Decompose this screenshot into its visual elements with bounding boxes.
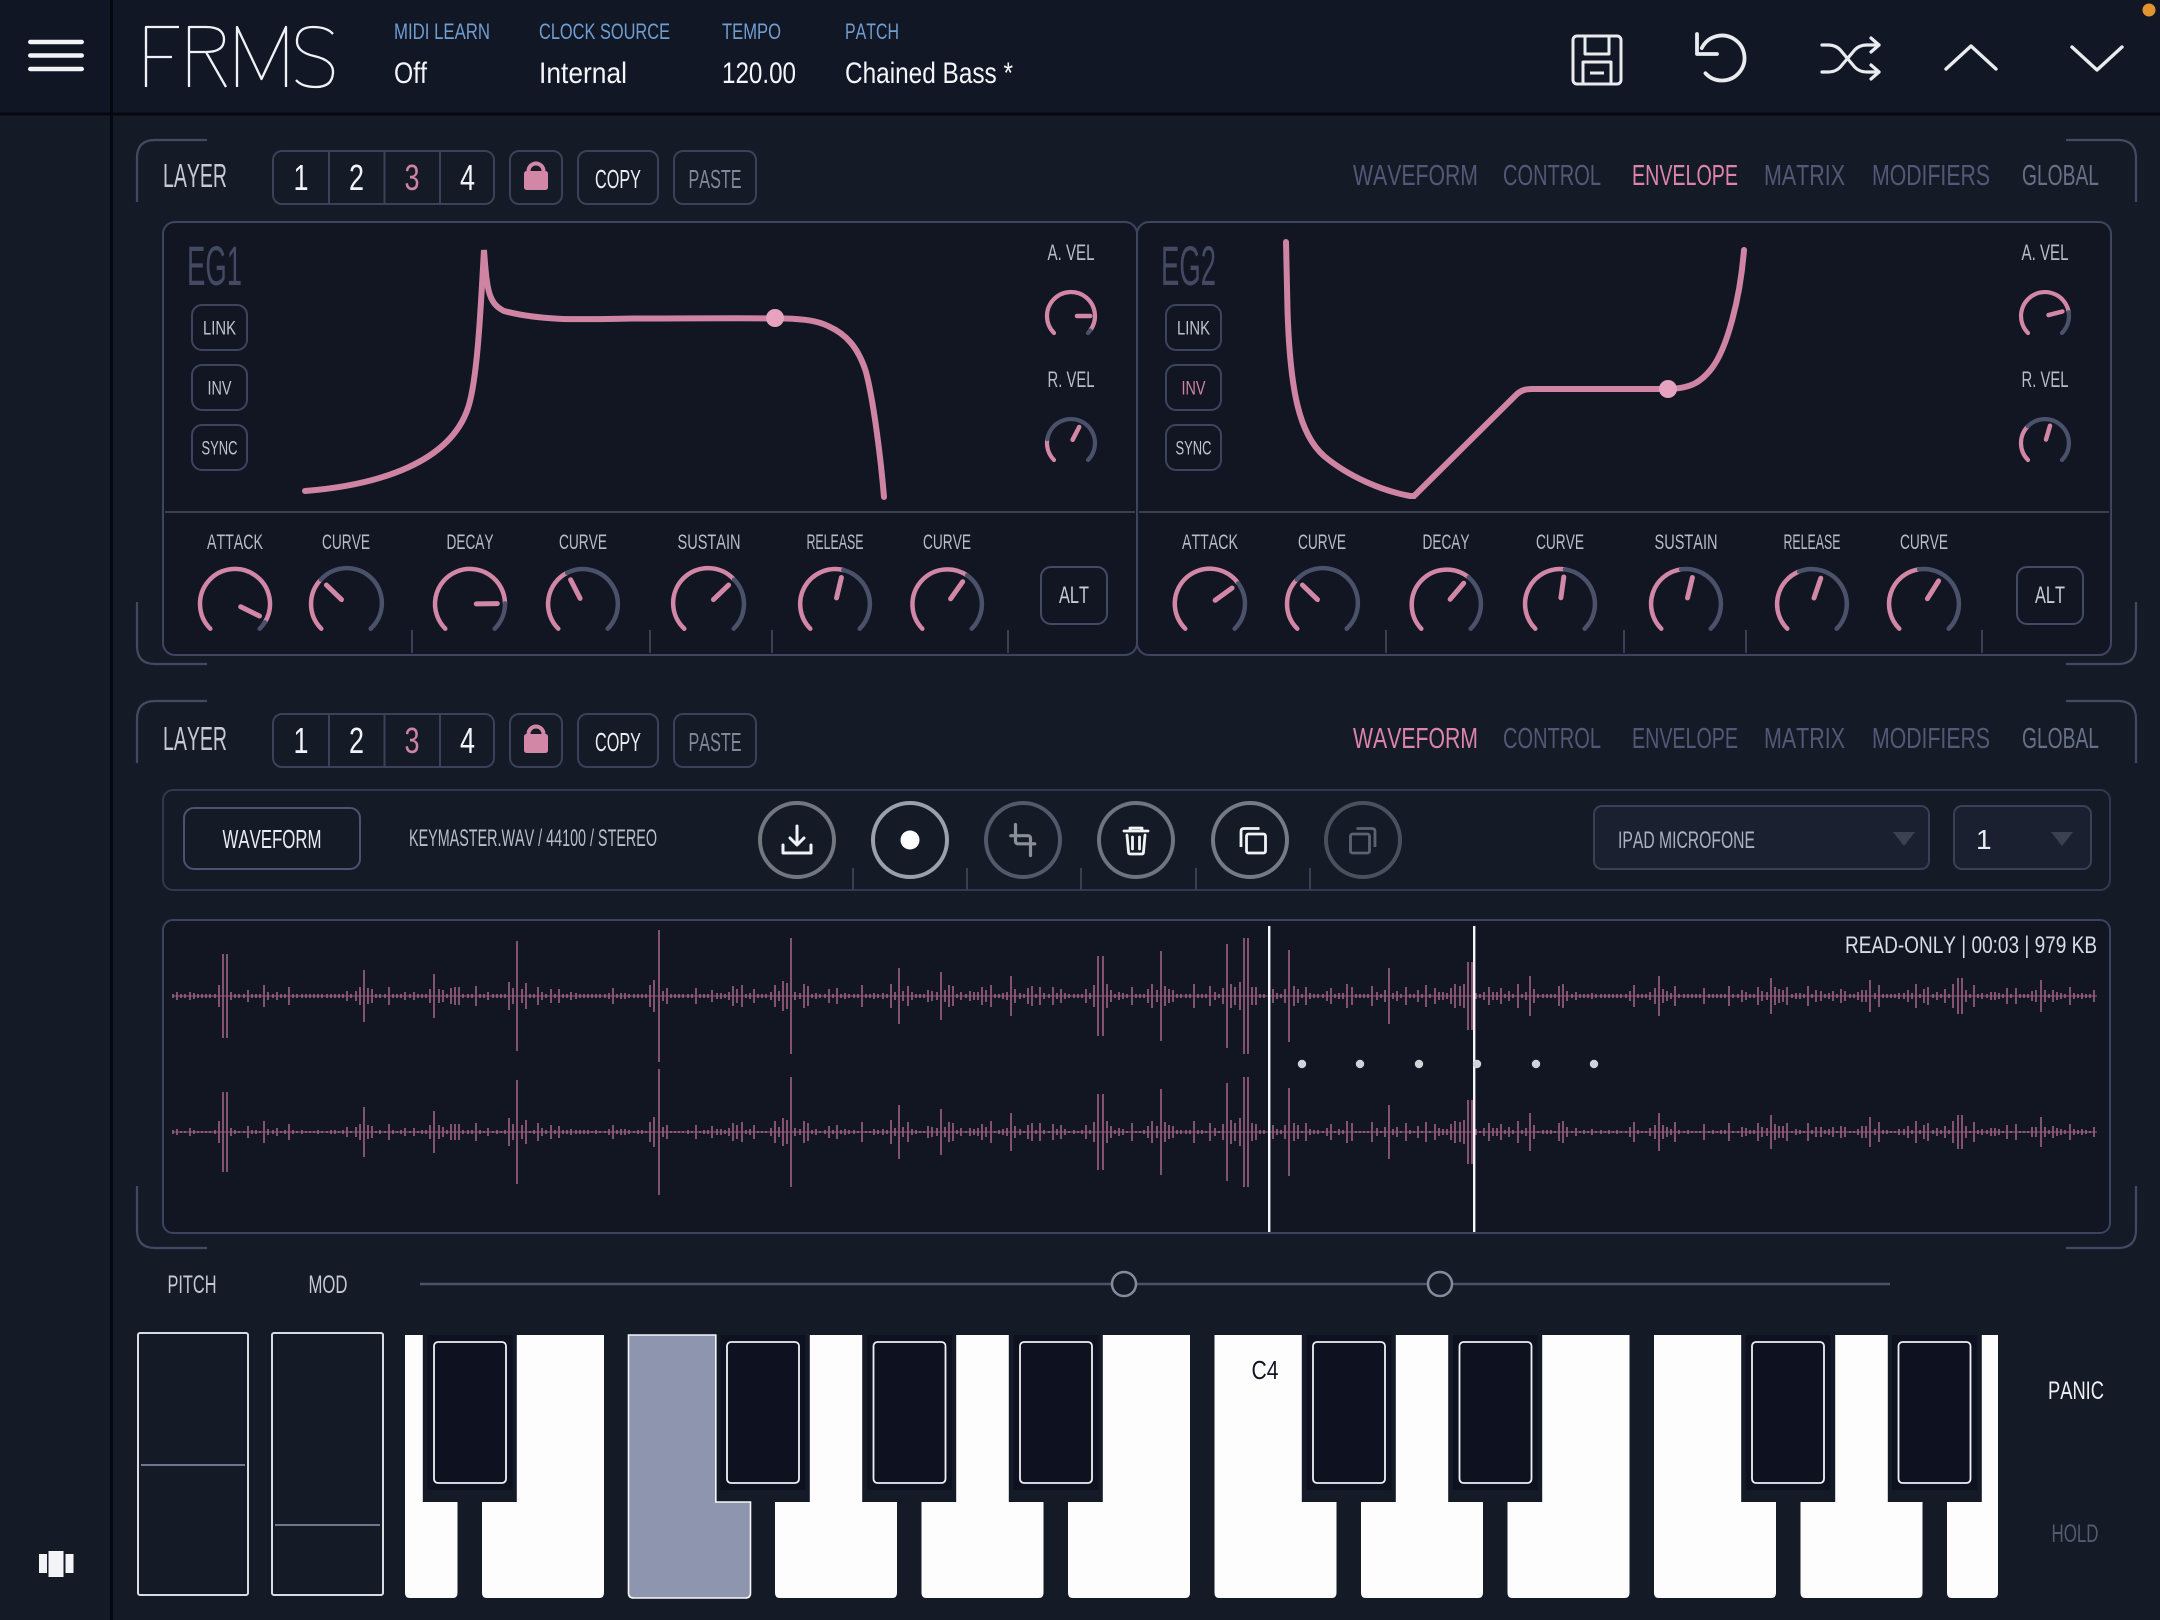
svg-text:ALT: ALT — [2035, 582, 2065, 609]
svg-text:GLOBAL: GLOBAL — [2022, 160, 2099, 192]
svg-text:ATTACK: ATTACK — [207, 531, 263, 554]
svg-text:3: 3 — [405, 720, 420, 761]
svg-text:KEYMASTER.WAV / 44100 / STEREO: KEYMASTER.WAV / 44100 / STEREO — [409, 825, 657, 852]
svg-text:PITCH: PITCH — [168, 1271, 217, 1299]
svg-text:CURVE: CURVE — [1536, 531, 1584, 554]
svg-text:ALT: ALT — [1059, 582, 1089, 609]
svg-text:CURVE: CURVE — [1900, 531, 1948, 554]
svg-text:EG1: EG1 — [187, 234, 242, 297]
svg-text:RELEASE: RELEASE — [1784, 531, 1841, 554]
svg-text:C4: C4 — [1252, 1355, 1279, 1385]
svg-text:LINK: LINK — [1177, 319, 1210, 340]
svg-text:IPAD MICROFONE: IPAD MICROFONE — [1618, 827, 1755, 854]
svg-text:SYNC: SYNC — [202, 439, 238, 460]
svg-text:4: 4 — [460, 157, 475, 198]
svg-text:EG2: EG2 — [1161, 234, 1216, 297]
svg-text:CONTROL: CONTROL — [1503, 723, 1601, 755]
svg-text:ATTACK: ATTACK — [1182, 531, 1238, 554]
svg-text:ENVELOPE: ENVELOPE — [1632, 160, 1738, 192]
svg-text:TEMPO: TEMPO — [722, 19, 781, 44]
svg-text:1: 1 — [294, 720, 309, 761]
svg-text:Off: Off — [394, 57, 428, 90]
svg-text:WAVEFORM: WAVEFORM — [1353, 723, 1478, 755]
svg-text:MODIFIERS: MODIFIERS — [1872, 160, 1990, 192]
svg-text:HOLD: HOLD — [2052, 1520, 2099, 1548]
svg-text:COPY: COPY — [595, 164, 641, 194]
svg-text:A. VEL: A. VEL — [2022, 240, 2069, 265]
svg-text:CURVE: CURVE — [559, 531, 607, 554]
svg-text:120.00: 120.00 — [722, 57, 796, 90]
svg-text:GLOBAL: GLOBAL — [2022, 723, 2099, 755]
svg-text:SYNC: SYNC — [1176, 439, 1212, 460]
svg-text:PASTE: PASTE — [689, 164, 742, 194]
svg-text:CURVE: CURVE — [923, 531, 971, 554]
svg-text:A. VEL: A. VEL — [1048, 240, 1095, 265]
svg-text:WAVEFORM: WAVEFORM — [223, 824, 322, 854]
svg-text:CLOCK SOURCE: CLOCK SOURCE — [539, 19, 670, 44]
svg-text:Internal: Internal — [539, 57, 627, 90]
svg-text:LAYER: LAYER — [163, 720, 227, 757]
svg-text:R. VEL: R. VEL — [1048, 367, 1095, 392]
svg-text:PATCH: PATCH — [845, 19, 899, 44]
svg-text:3: 3 — [405, 157, 420, 198]
svg-text:2: 2 — [349, 720, 364, 761]
svg-text:2: 2 — [349, 157, 364, 198]
svg-text:LAYER: LAYER — [163, 157, 227, 194]
svg-text:LINK: LINK — [203, 319, 236, 340]
svg-text:SUSTAIN: SUSTAIN — [1655, 531, 1718, 554]
svg-text:CONTROL: CONTROL — [1503, 160, 1601, 192]
svg-text:DECAY: DECAY — [1423, 531, 1470, 554]
svg-text:PANIC: PANIC — [2048, 1377, 2104, 1405]
svg-text:CURVE: CURVE — [1298, 531, 1346, 554]
svg-text:SUSTAIN: SUSTAIN — [678, 531, 741, 554]
svg-text:DECAY: DECAY — [447, 531, 494, 554]
svg-text:INV: INV — [1182, 379, 1206, 400]
svg-text:1: 1 — [294, 157, 309, 198]
svg-text:MIDI LEARN: MIDI LEARN — [394, 19, 490, 44]
svg-text:CURVE: CURVE — [322, 531, 370, 554]
svg-text:MATRIX: MATRIX — [1764, 160, 1845, 192]
svg-text:MODIFIERS: MODIFIERS — [1872, 723, 1990, 755]
svg-text:READ-ONLY | 00:03 | 979 KB: READ-ONLY | 00:03 | 979 KB — [1845, 932, 2097, 959]
svg-text:WAVEFORM: WAVEFORM — [1353, 160, 1478, 192]
svg-text:4: 4 — [460, 720, 475, 761]
svg-text:1: 1 — [1976, 824, 1992, 855]
svg-text:MOD: MOD — [309, 1271, 348, 1299]
svg-text:COPY: COPY — [595, 727, 641, 757]
svg-text:ENVELOPE: ENVELOPE — [1632, 723, 1738, 755]
svg-text:INV: INV — [208, 379, 232, 400]
svg-text:RELEASE: RELEASE — [807, 531, 864, 554]
svg-text:R. VEL: R. VEL — [2022, 367, 2069, 392]
svg-text:MATRIX: MATRIX — [1764, 723, 1845, 755]
svg-text:PASTE: PASTE — [689, 727, 742, 757]
svg-text:Chained Bass *: Chained Bass * — [845, 57, 1013, 90]
